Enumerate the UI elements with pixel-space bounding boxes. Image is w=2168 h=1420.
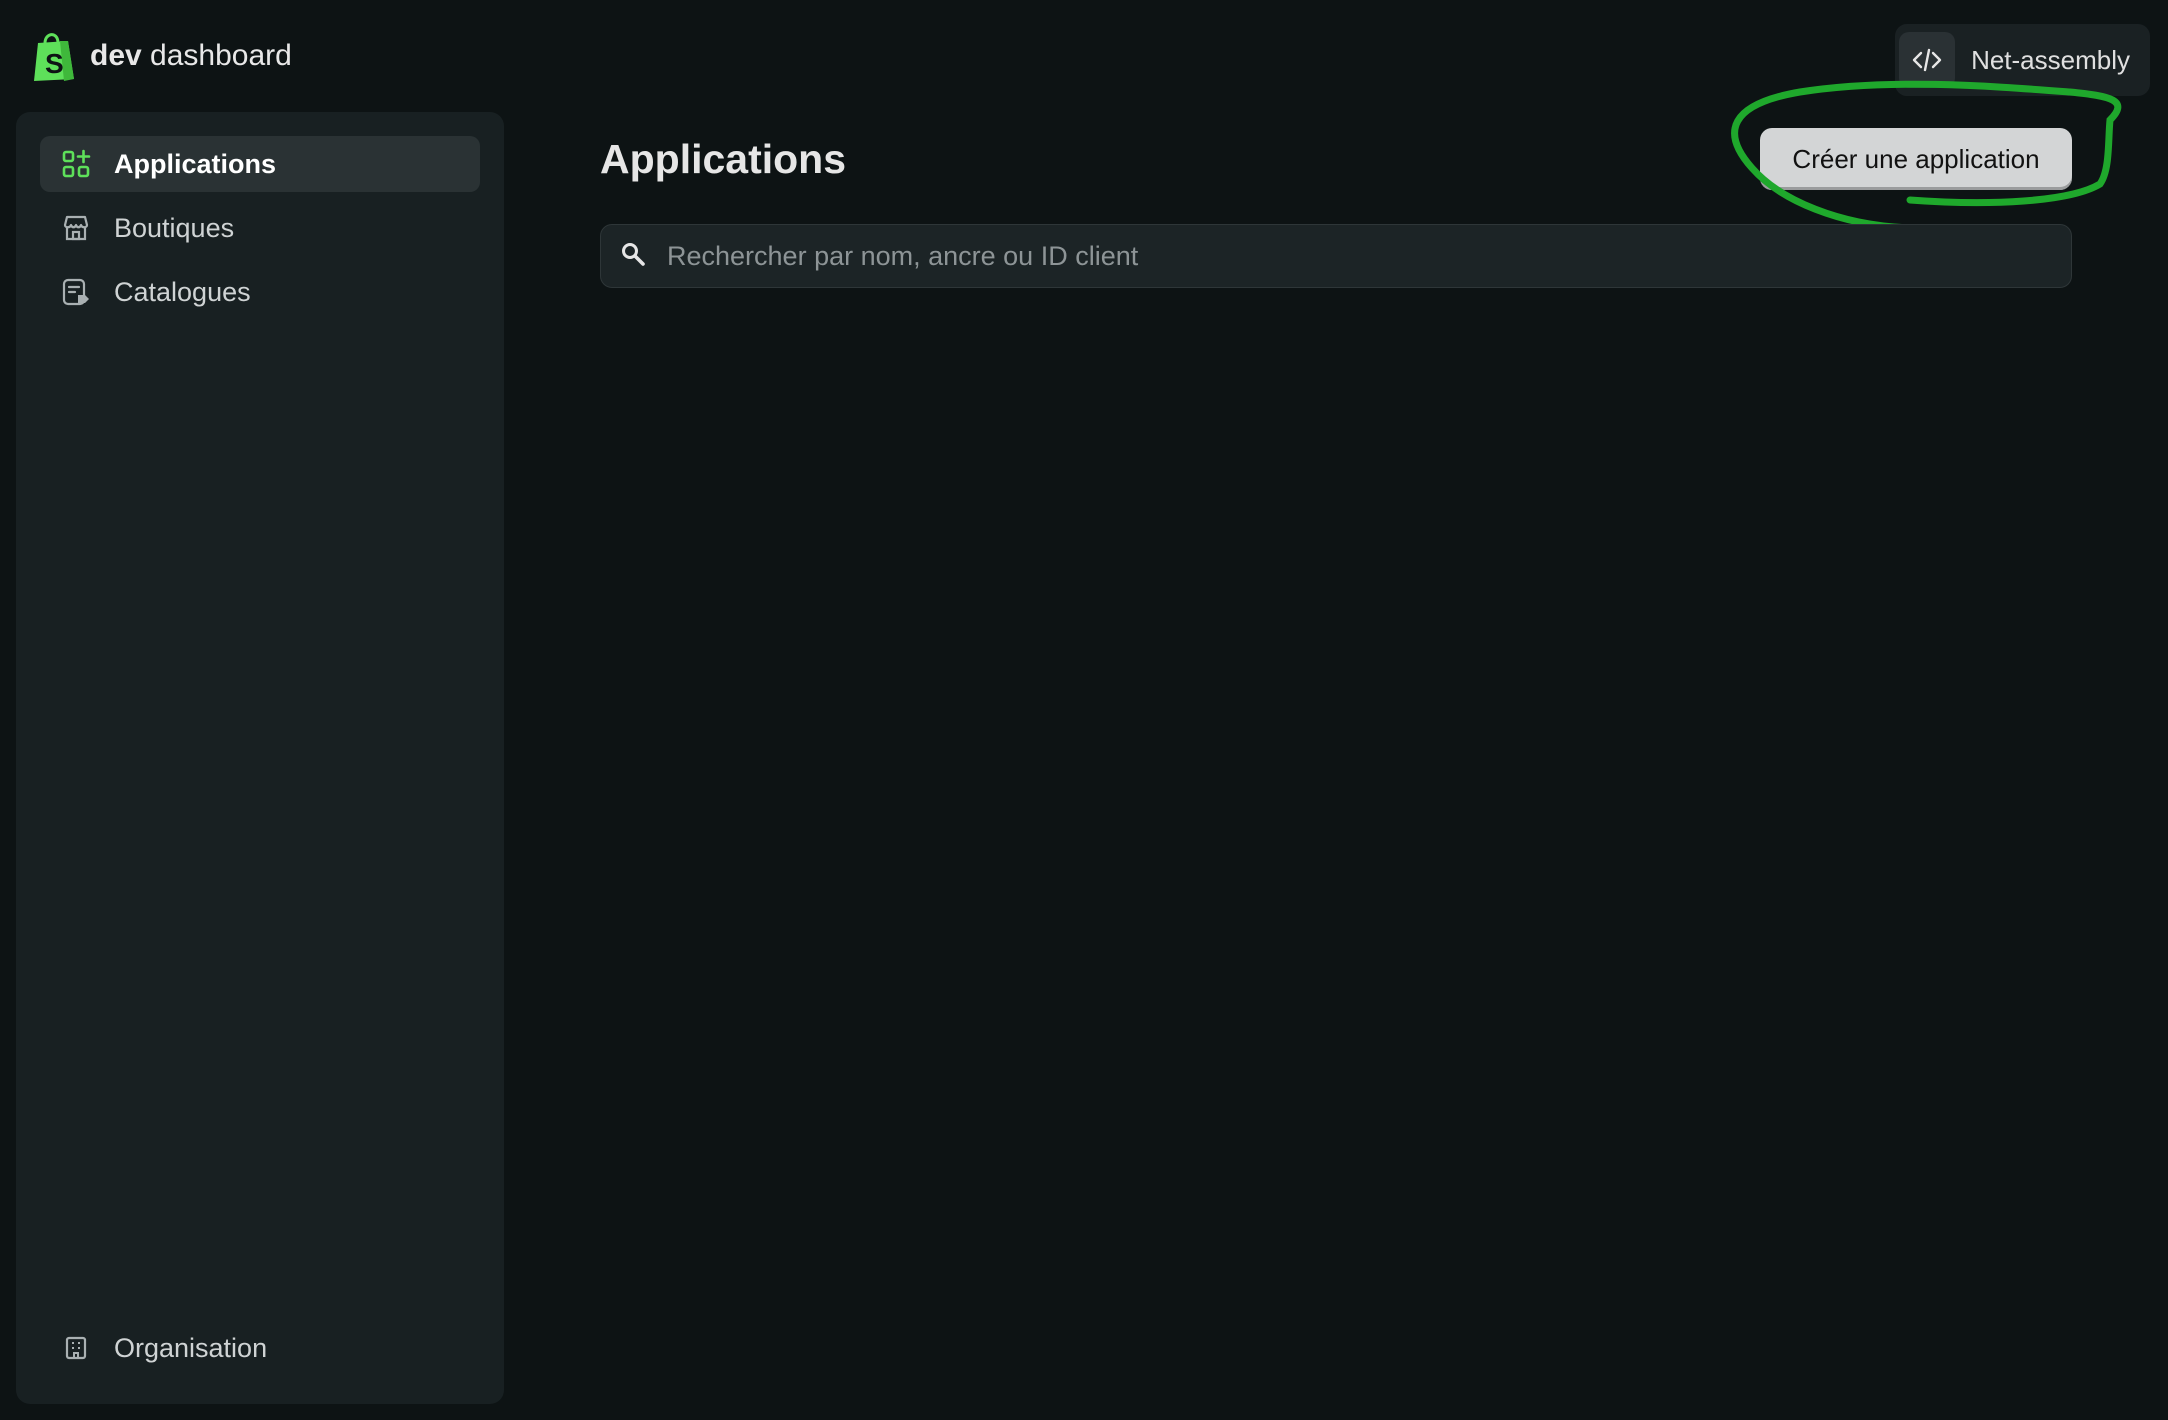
sidebar-item-catalogues[interactable]: Catalogues	[40, 264, 480, 320]
catalog-icon	[60, 276, 92, 308]
building-icon	[60, 1332, 92, 1364]
apps-grid-icon	[60, 148, 92, 180]
sidebar: Applications Boutiques Catalogues Organi…	[16, 112, 504, 1404]
app-root: S dev dashboard Net-assembly Application…	[0, 0, 2168, 1420]
search-bar[interactable]	[600, 224, 2072, 288]
code-icon	[1899, 32, 1956, 88]
sidebar-item-label: Boutiques	[114, 212, 235, 243]
sidebar-item-boutiques[interactable]: Boutiques	[40, 200, 480, 256]
sidebar-item-label: Catalogues	[114, 276, 251, 307]
sidebar-item-organisation[interactable]: Organisation	[40, 1320, 480, 1376]
svg-text:S: S	[45, 48, 64, 79]
organization-switcher[interactable]: Net-assembly	[1895, 24, 2150, 96]
sidebar-item-applications[interactable]: Applications	[40, 136, 480, 192]
sidebar-item-label: Organisation	[114, 1332, 268, 1363]
sidebar-nav: Applications Boutiques Catalogues	[40, 136, 480, 328]
sidebar-item-label: Applications	[114, 148, 277, 179]
brand[interactable]: S dev dashboard	[30, 28, 292, 84]
store-icon	[60, 212, 92, 244]
create-app-button[interactable]: Créer une application	[1760, 128, 2072, 190]
sidebar-bottom: Organisation	[40, 1320, 480, 1384]
organization-name: Net-assembly	[1971, 44, 2130, 75]
search-icon	[619, 240, 647, 273]
search-input[interactable]	[665, 239, 2071, 273]
page-title: Applications	[600, 136, 847, 182]
shopify-bag-icon: S	[34, 33, 74, 81]
brand-title: dev dashboard	[90, 39, 292, 72]
